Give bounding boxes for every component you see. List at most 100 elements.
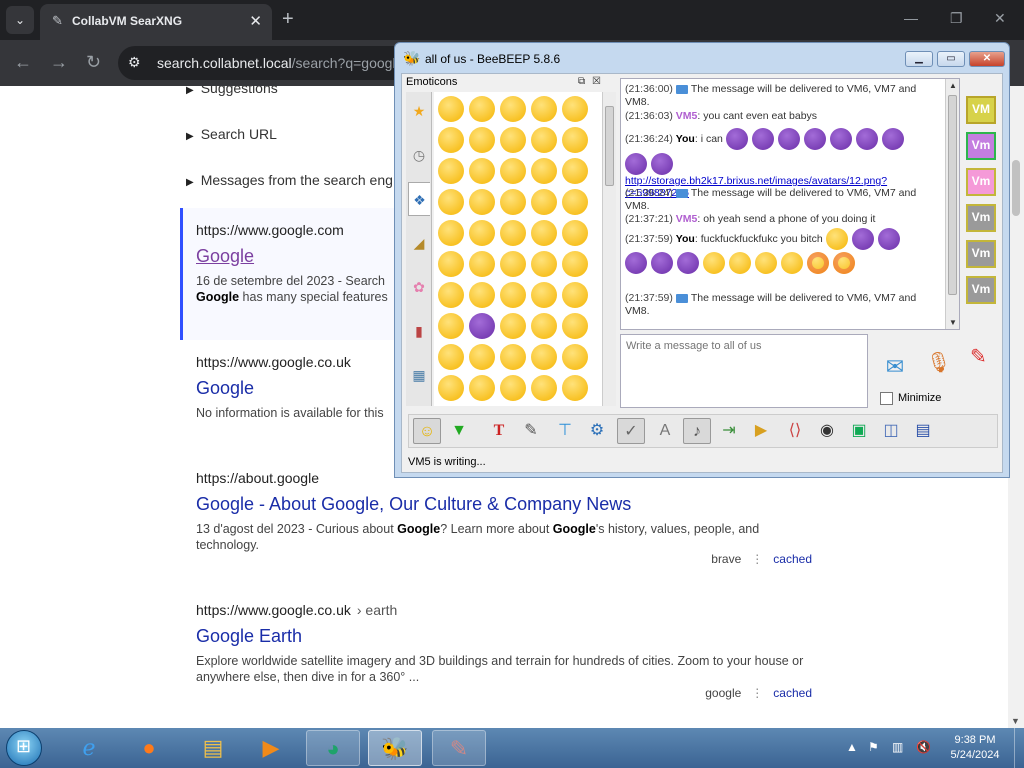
send-message-icon[interactable]: ✉	[878, 354, 912, 384]
emoji-icon[interactable]	[562, 251, 588, 277]
restore-window-icon[interactable]: ❐	[950, 10, 963, 27]
emoji-icon[interactable]	[438, 251, 464, 277]
scroll-down-arrow-icon[interactable]: ▼	[1011, 716, 1020, 726]
emoji-icon[interactable]	[500, 127, 526, 153]
user-avatar[interactable]: Vm	[966, 168, 996, 196]
devil-emoji-icon[interactable]	[469, 313, 495, 339]
cached-link[interactable]: cached	[773, 552, 812, 566]
scroll-down-arrow-icon[interactable]: ▼	[949, 318, 957, 327]
emoji-icon[interactable]	[531, 344, 557, 370]
emoji-icon[interactable]	[438, 313, 464, 339]
chat-scrollbar[interactable]: ▲ ▼	[945, 79, 959, 329]
word-complete-icon[interactable]: A	[651, 418, 679, 444]
favorites-star-icon[interactable]: ★	[408, 94, 430, 128]
back-arrow-icon[interactable]: ←	[14, 52, 32, 73]
emoji-icon[interactable]	[531, 127, 557, 153]
emoji-icon[interactable]	[562, 189, 588, 215]
engine-messages-toggle[interactable]: ▶ Messages from the search eng	[186, 172, 393, 188]
emoji-icon[interactable]	[500, 375, 526, 401]
emoji-icon[interactable]	[469, 282, 495, 308]
firefox-icon[interactable]: ●	[122, 730, 176, 766]
emoji-icon[interactable]	[562, 127, 588, 153]
minimize-checkbox[interactable]	[880, 392, 893, 405]
message-input[interactable]	[620, 334, 868, 408]
emoji-icon[interactable]	[469, 220, 495, 246]
emoji-icon[interactable]	[531, 96, 557, 122]
emoji-icon[interactable]	[500, 344, 526, 370]
emoji-icon[interactable]	[438, 127, 464, 153]
reload-icon[interactable]: ↻	[86, 52, 101, 73]
emoji-icon[interactable]	[438, 158, 464, 184]
font-style-icon[interactable]: T	[485, 418, 513, 444]
scrollbar-thumb[interactable]	[605, 106, 614, 186]
emoji-icon[interactable]	[531, 313, 557, 339]
site-info-icon[interactable]: ⚙	[128, 54, 141, 71]
emoji-icon[interactable]	[469, 344, 495, 370]
font-color-icon[interactable]: ▼	[445, 418, 473, 444]
user-avatar[interactable]: Vm	[966, 204, 996, 232]
emoji-icon[interactable]	[562, 282, 588, 308]
emoji-icon[interactable]	[531, 251, 557, 277]
user-avatar[interactable]: Vm	[966, 240, 996, 268]
recent-clock-icon[interactable]: ◷	[408, 138, 430, 172]
system-clock[interactable]: 9:38 PM 5/24/2024	[940, 733, 1010, 763]
file-explorer-icon[interactable]: ▤	[186, 730, 240, 766]
group-edit-icon[interactable]: ✎	[970, 344, 987, 369]
emoji-icon[interactable]	[500, 313, 526, 339]
emoji-icon[interactable]	[531, 189, 557, 215]
emoji-icon[interactable]	[469, 375, 495, 401]
emoticon-scrollbar[interactable]	[602, 92, 616, 406]
start-button[interactable]	[6, 730, 42, 766]
forward-arrow-icon[interactable]: →	[50, 52, 68, 73]
tab-search-button[interactable]: ⌄	[6, 6, 34, 34]
microphone-icon[interactable]: 🎙	[926, 350, 951, 386]
emoji-icon[interactable]	[500, 158, 526, 184]
emoji-icon[interactable]	[438, 189, 464, 215]
emoji-icon[interactable]	[438, 96, 464, 122]
internet-explorer-icon[interactable]: ℯ	[62, 730, 116, 766]
emoji-icon[interactable]	[562, 375, 588, 401]
scrollbar-thumb[interactable]	[948, 95, 957, 295]
emoji-icon[interactable]	[562, 313, 588, 339]
cached-link[interactable]: cached	[773, 686, 812, 700]
emoji-icon[interactable]	[438, 344, 464, 370]
user-avatar[interactable]: Vm	[966, 276, 996, 304]
emoji-icon[interactable]	[438, 375, 464, 401]
spell-check-icon[interactable]: ✓	[617, 418, 645, 444]
terminal-icon[interactable]: ▣	[845, 418, 873, 444]
browser-tab[interactable]: ✎ CollabVM SearXNG ✕	[40, 4, 272, 40]
beebeep-taskbar-icon[interactable]: 🐝	[368, 730, 422, 766]
chrome-taskbar-icon[interactable]: ◕	[306, 730, 360, 766]
emoji-icon[interactable]	[531, 282, 557, 308]
nature-flower-icon[interactable]: ✿	[408, 270, 430, 304]
code-snippet-icon[interactable]: ⟨⟩	[781, 418, 809, 444]
result-title-link[interactable]: Google - About Google, Our Culture & Com…	[196, 494, 816, 515]
emoticons-toggle-icon[interactable]: ☺	[413, 418, 441, 444]
emoji-icon[interactable]	[562, 96, 588, 122]
maximize-window-button[interactable]: ▭	[937, 51, 965, 67]
tray-expand-icon[interactable]: ▲	[846, 740, 858, 754]
minimize-window-icon[interactable]: —	[904, 10, 918, 26]
emoji-icon[interactable]	[500, 220, 526, 246]
emoji-icon[interactable]	[531, 220, 557, 246]
page-scrollbar[interactable]: ▼	[1008, 86, 1024, 728]
emoji-icon[interactable]	[562, 220, 588, 246]
close-tab-icon[interactable]: ✕	[249, 12, 262, 30]
emoji-icon[interactable]	[438, 220, 464, 246]
search-url-toggle[interactable]: ▶ Search URL	[186, 126, 277, 142]
scroll-up-arrow-icon[interactable]: ▲	[949, 81, 957, 90]
new-tab-plus-icon[interactable]: +	[282, 8, 294, 31]
emoji-icon[interactable]	[500, 282, 526, 308]
emoji-icon[interactable]	[500, 96, 526, 122]
places-building-icon[interactable]: ▮	[408, 314, 430, 348]
show-desktop-button[interactable]	[1014, 728, 1024, 768]
settings-gear-icon[interactable]: ⚙	[583, 418, 611, 444]
emoji-icon[interactable]	[438, 282, 464, 308]
user-avatar-vm5[interactable]: VM	[966, 96, 996, 124]
close-window-icon[interactable]: ✕	[994, 10, 1006, 27]
emoji-icon[interactable]	[531, 375, 557, 401]
emoji-icon[interactable]	[469, 251, 495, 277]
send-folder-icon[interactable]: ▶	[747, 418, 775, 444]
emoji-icon[interactable]	[562, 344, 588, 370]
objects-bell-icon[interactable]: ◢	[408, 226, 430, 260]
